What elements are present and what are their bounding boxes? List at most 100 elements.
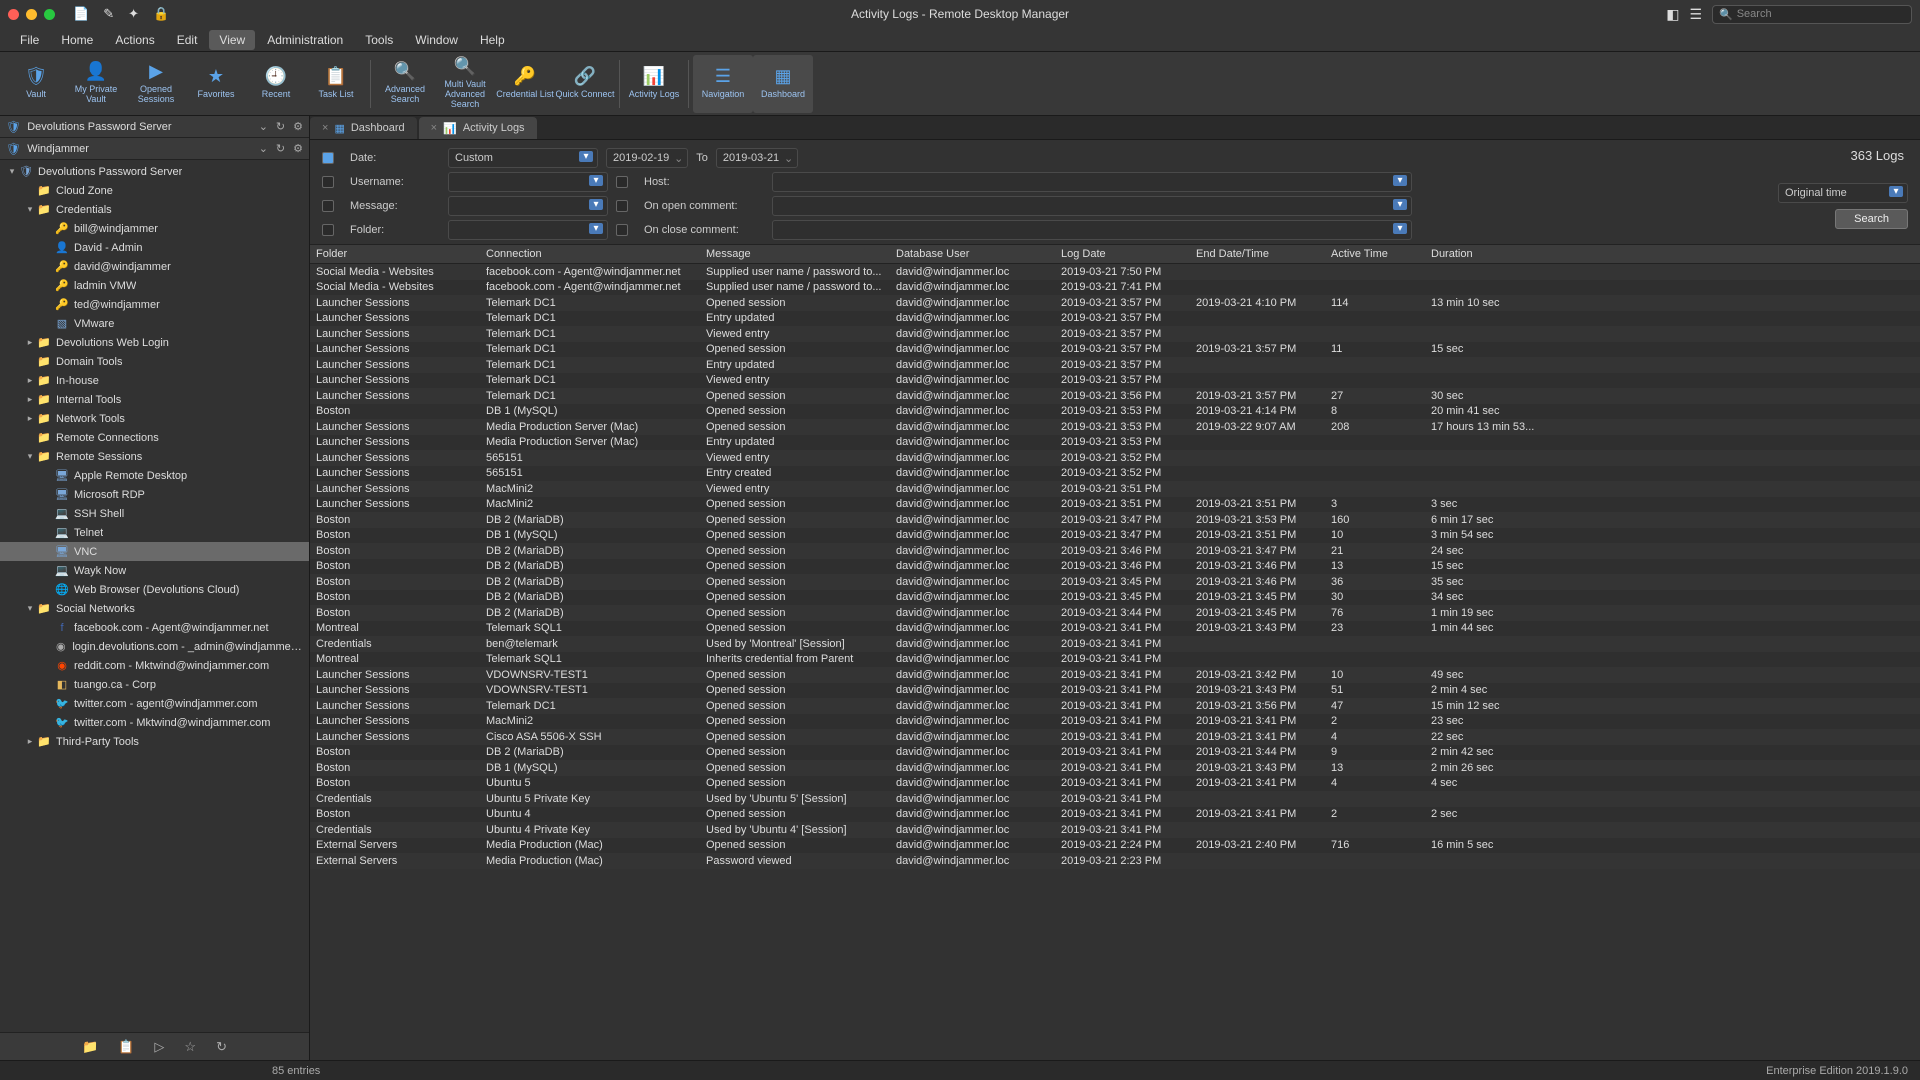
- tree-twisty[interactable]: ▾: [24, 204, 36, 215]
- log-row[interactable]: Credentialsben@telemarkUsed by 'Montreal…: [310, 636, 1920, 652]
- close-window[interactable]: [8, 9, 19, 20]
- column-header[interactable]: Database User: [890, 248, 1055, 260]
- date-mode-select[interactable]: Custom: [448, 148, 598, 168]
- tree-item[interactable]: 🔑david@windjammer: [0, 257, 309, 276]
- log-row[interactable]: BostonDB 2 (MariaDB)Opened sessiondavid@…: [310, 543, 1920, 559]
- tree-twisty[interactable]: ▸: [24, 337, 36, 348]
- tree-item[interactable]: 💻Wayk Now: [0, 561, 309, 580]
- tree-twisty[interactable]: ▾: [24, 603, 36, 614]
- tree-item[interactable]: 🐦twitter.com - agent@windjammer.com: [0, 694, 309, 713]
- log-row[interactable]: BostonUbuntu 5Opened sessiondavid@windja…: [310, 776, 1920, 792]
- footer-refresh-icon[interactable]: ↻: [216, 1039, 227, 1055]
- username-field[interactable]: [448, 172, 608, 192]
- tab-dashboard[interactable]: ×▦Dashboard: [310, 117, 417, 139]
- tab-activity-logs[interactable]: ×📊Activity Logs: [419, 117, 537, 139]
- log-row[interactable]: BostonUbuntu 4Opened sessiondavid@windja…: [310, 807, 1920, 823]
- tree-twisty[interactable]: ▾: [6, 166, 18, 177]
- open-comment-checkbox[interactable]: [616, 200, 628, 212]
- log-row[interactable]: BostonDB 2 (MariaDB)Opened sessiondavid@…: [310, 512, 1920, 528]
- ribbon-favorites[interactable]: ★Favorites: [186, 55, 246, 113]
- log-row[interactable]: Social Media - Websitesfacebook.com - Ag…: [310, 264, 1920, 280]
- footer-star-icon[interactable]: ☆: [184, 1039, 196, 1055]
- column-header[interactable]: Active Time: [1325, 248, 1425, 260]
- tree-item[interactable]: 🖥Microsoft RDP: [0, 485, 309, 504]
- log-row[interactable]: BostonDB 1 (MySQL)Opened sessiondavid@wi…: [310, 760, 1920, 776]
- tree-item[interactable]: ▸📁In-house: [0, 371, 309, 390]
- message-checkbox[interactable]: [322, 200, 334, 212]
- log-row[interactable]: Launcher SessionsMacMini2Viewed entrydav…: [310, 481, 1920, 497]
- tree-twisty[interactable]: ▸: [24, 736, 36, 747]
- close-comment-field[interactable]: [772, 220, 1412, 240]
- log-row[interactable]: Launcher Sessions565151Entry createddavi…: [310, 466, 1920, 482]
- folder-field[interactable]: [448, 220, 608, 240]
- log-row[interactable]: BostonDB 2 (MariaDB)Opened sessiondavid@…: [310, 559, 1920, 575]
- tree-item[interactable]: 💻SSH Shell: [0, 504, 309, 523]
- dropdown-icon[interactable]: ⌄: [259, 120, 268, 133]
- tree-item[interactable]: ▾🛡Devolutions Password Server: [0, 162, 309, 181]
- close-comment-checkbox[interactable]: [616, 224, 628, 236]
- tree-item[interactable]: ▸📁Devolutions Web Login: [0, 333, 309, 352]
- menu-help[interactable]: Help: [470, 30, 515, 50]
- log-row[interactable]: Launcher SessionsTelemark DC1Opened sess…: [310, 342, 1920, 358]
- tree-item[interactable]: ◉login.devolutions.com - _admin@windjamm…: [0, 637, 309, 656]
- tab-close-icon[interactable]: ×: [431, 122, 437, 134]
- ribbon-dashboard[interactable]: ▦Dashboard: [753, 55, 813, 113]
- log-row[interactable]: BostonDB 1 (MySQL)Opened sessiondavid@wi…: [310, 528, 1920, 544]
- column-header[interactable]: Duration: [1425, 248, 1565, 260]
- tree-item[interactable]: ffacebook.com - Agent@windjammer.net: [0, 618, 309, 637]
- tree-item[interactable]: 🔑ladmin VMW: [0, 276, 309, 295]
- ribbon-advanced-search[interactable]: 🔍Advanced Search: [375, 55, 435, 113]
- tree-item[interactable]: ◉reddit.com - Mktwind@windjammer.com: [0, 656, 309, 675]
- tree-twisty[interactable]: ▸: [24, 413, 36, 424]
- time-mode-select[interactable]: Original time: [1778, 183, 1908, 203]
- datasource-header[interactable]: 🛡Devolutions Password Server⌄↻⚙: [0, 116, 309, 138]
- ribbon-multi-vault-advanced-search[interactable]: 🔍Multi Vault Advanced Search: [435, 55, 495, 113]
- menu-home[interactable]: Home: [51, 30, 103, 50]
- tree-item[interactable]: ▸📁Internal Tools: [0, 390, 309, 409]
- menu-administration[interactable]: Administration: [257, 30, 353, 50]
- log-row[interactable]: CredentialsUbuntu 4 Private KeyUsed by '…: [310, 822, 1920, 838]
- layout-icon-1[interactable]: ◧: [1666, 6, 1679, 23]
- log-row[interactable]: BostonDB 2 (MariaDB)Opened sessiondavid@…: [310, 745, 1920, 761]
- date-to-field[interactable]: 2019-03-21: [716, 148, 798, 168]
- menu-window[interactable]: Window: [405, 30, 468, 50]
- column-header[interactable]: Message: [700, 248, 890, 260]
- datasource-header[interactable]: 🛡Windjammer⌄↻⚙: [0, 138, 309, 160]
- log-row[interactable]: Launcher SessionsTelemark DC1Entry updat…: [310, 311, 1920, 327]
- log-row[interactable]: Launcher SessionsMedia Production Server…: [310, 435, 1920, 451]
- menu-actions[interactable]: Actions: [105, 30, 164, 50]
- username-checkbox[interactable]: [322, 176, 334, 188]
- log-row[interactable]: Launcher SessionsTelemark DC1Opened sess…: [310, 698, 1920, 714]
- tree-item[interactable]: 🌐Web Browser (Devolutions Cloud): [0, 580, 309, 599]
- footer-copy-icon[interactable]: 📋: [118, 1039, 134, 1055]
- ribbon-recent[interactable]: 🕘Recent: [246, 55, 306, 113]
- folder-checkbox[interactable]: [322, 224, 334, 236]
- log-row[interactable]: MontrealTelemark SQL1Opened sessiondavid…: [310, 621, 1920, 637]
- tab-close-icon[interactable]: ×: [322, 122, 328, 134]
- tree-item[interactable]: ▸📁Third-Party Tools: [0, 732, 309, 751]
- global-search[interactable]: 🔍 Search: [1712, 5, 1912, 24]
- tree-twisty[interactable]: ▸: [24, 375, 36, 386]
- gear-icon[interactable]: ⚙: [293, 142, 303, 155]
- wand-icon[interactable]: ✦: [128, 6, 139, 22]
- zoom-window[interactable]: [44, 9, 55, 20]
- date-from-field[interactable]: 2019-02-19: [606, 148, 688, 168]
- column-header[interactable]: Connection: [480, 248, 700, 260]
- layout-icon-2[interactable]: ☰: [1689, 6, 1702, 23]
- date-checkbox[interactable]: [322, 152, 334, 164]
- ribbon-quick-connect[interactable]: 🔗Quick Connect: [555, 55, 615, 113]
- menu-view[interactable]: View: [209, 30, 255, 50]
- column-header[interactable]: Folder: [310, 248, 480, 260]
- footer-play-icon[interactable]: ▷: [154, 1039, 164, 1055]
- new-icon[interactable]: 📄: [73, 6, 89, 22]
- ribbon-navigation[interactable]: ☰Navigation: [693, 55, 753, 113]
- tree-item[interactable]: 📁Cloud Zone: [0, 181, 309, 200]
- log-row[interactable]: Launcher SessionsVDOWNSRV-TEST1Opened se…: [310, 667, 1920, 683]
- tree-item[interactable]: ◧tuango.ca - Corp: [0, 675, 309, 694]
- tree-item[interactable]: 🔑bill@windjammer: [0, 219, 309, 238]
- log-row[interactable]: MontrealTelemark SQL1Inherits credential…: [310, 652, 1920, 668]
- ribbon-task-list[interactable]: 📋Task List: [306, 55, 366, 113]
- log-row[interactable]: Launcher SessionsMedia Production Server…: [310, 419, 1920, 435]
- tree-twisty[interactable]: ▸: [24, 394, 36, 405]
- log-row[interactable]: Launcher SessionsCisco ASA 5506-X SSHOpe…: [310, 729, 1920, 745]
